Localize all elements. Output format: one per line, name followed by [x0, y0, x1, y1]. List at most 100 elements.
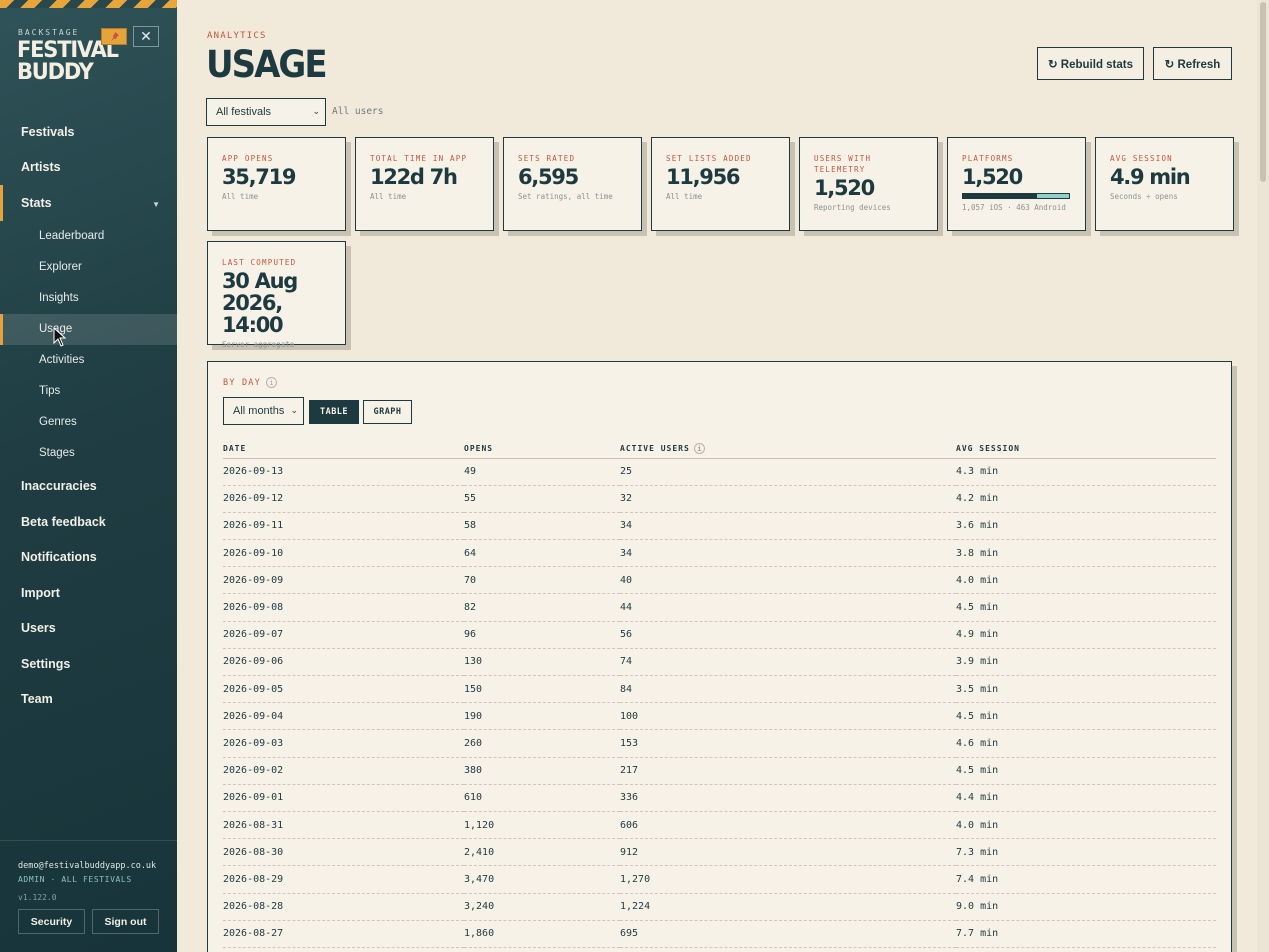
- sidebar-item-beta-feedback[interactable]: Beta feedback: [0, 504, 177, 540]
- brand-logo[interactable]: FESTIVAL BUDDY: [17, 38, 119, 85]
- card-sub: Reporting devices: [814, 203, 891, 212]
- rebuild-stats-button[interactable]: ↻ Rebuild stats: [1037, 47, 1144, 80]
- sidebar-item-festivals[interactable]: Festivals: [0, 114, 177, 150]
- table-row: 2026-09-06 130 74 3.9 min: [223, 648, 1216, 677]
- main-content: ANALYTICS USAGE ↻ Rebuild stats ↻ Refres…: [177, 0, 1269, 952]
- column-header-avg-session[interactable]: AVG SESSION: [956, 438, 1216, 459]
- info-icon[interactable]: i: [693, 443, 705, 455]
- graph-view-toggle[interactable]: GRAPH: [363, 400, 412, 424]
- cell-avg-session: 4.0 min: [956, 811, 1216, 840]
- cell-opens: 260: [464, 729, 620, 758]
- card-value: 122d 7h: [370, 165, 458, 189]
- cell-opens: 130: [464, 648, 620, 677]
- month-select-value: All months: [233, 405, 285, 417]
- table-view-toggle[interactable]: TABLE: [309, 400, 359, 424]
- column-header-opens[interactable]: OPENS: [464, 438, 620, 459]
- card-sub: All time: [222, 192, 259, 201]
- by-day-table: DATE OPENS ACTIVE USERS i AVG SESSION 202…: [223, 438, 1216, 948]
- chevron-down-icon: ▼: [152, 200, 160, 209]
- security-button[interactable]: Security: [18, 909, 85, 934]
- sidebar-subitem-leaderboard[interactable]: Leaderboard: [0, 221, 177, 252]
- page-scrollbar[interactable]: [1257, 0, 1269, 952]
- cell-opens: 3,240: [464, 893, 620, 921]
- info-icon[interactable]: i: [265, 377, 277, 388]
- cell-opens: 49: [464, 458, 620, 486]
- cell-active-users: 56: [620, 621, 956, 649]
- cell-avg-session: 7.4 min: [956, 865, 1216, 894]
- cell-date: 2026-08-29: [223, 865, 464, 894]
- card-sub: Server aggregate: [222, 340, 295, 349]
- table-row: 2026-08-30 2,410 912 7.3 min: [223, 838, 1216, 867]
- sidebar-footer: demo@festivalbuddyapp.co.uk ADMIN · ALL …: [0, 840, 177, 952]
- sidebar-subitem-insights[interactable]: Insights: [0, 283, 177, 314]
- sidebar-item-inaccuracies[interactable]: Inaccuracies: [0, 469, 177, 505]
- sidebar-item-settings[interactable]: Settings: [0, 646, 177, 682]
- cell-opens: 82: [464, 593, 620, 622]
- cell-active-users: 34: [620, 539, 956, 568]
- sidebar: BACKSTAGE FESTIVAL BUDDY ✕ Festivals Art…: [0, 0, 177, 952]
- cell-date: 2026-08-31: [223, 811, 464, 840]
- ios-share-fill: [963, 194, 1037, 198]
- cell-active-users: 74: [620, 648, 956, 677]
- table-row: 2026-09-03 260 153 4.6 min: [223, 729, 1216, 758]
- cell-date: 2026-09-03: [223, 729, 464, 758]
- cell-opens: 190: [464, 702, 620, 731]
- festival-select[interactable]: All festivals ⌄: [206, 98, 326, 126]
- cell-date: 2026-09-06: [223, 648, 464, 677]
- panel-title: BY DAY i: [223, 377, 277, 388]
- pin-sidebar-button[interactable]: [101, 28, 127, 45]
- card-label: USERS WITH TELEMETRY: [814, 154, 872, 174]
- chevron-down-icon: ⌄: [312, 105, 320, 116]
- sidebar-item-notifications[interactable]: Notifications: [0, 540, 177, 576]
- stat-card-avg-session: AVG SESSION 4.9 min Seconds ÷ opens: [1095, 137, 1234, 231]
- column-header-active-users[interactable]: ACTIVE USERS i: [620, 438, 956, 459]
- card-value: 30 Aug 2026, 14:00: [222, 269, 298, 337]
- sidebar-subitem-stages[interactable]: Stages: [0, 438, 177, 469]
- column-header-date[interactable]: DATE: [223, 438, 464, 459]
- cell-opens: 380: [464, 757, 620, 785]
- cell-opens: 96: [464, 621, 620, 649]
- cell-avg-session: 4.5 min: [956, 757, 1216, 785]
- sidebar-item-users[interactable]: Users: [0, 611, 177, 647]
- sidebar-subitem-tips[interactable]: Tips: [0, 376, 177, 407]
- scrollbar-thumb[interactable]: [1260, 2, 1266, 182]
- sidebar-item-team[interactable]: Team: [0, 682, 177, 718]
- app-version: v1.122.0: [18, 893, 57, 902]
- card-sub: Seconds ÷ opens: [1110, 192, 1178, 201]
- cell-active-users: 1,270: [620, 865, 956, 894]
- table-row: 2026-09-04 190 100 4.5 min: [223, 702, 1216, 731]
- cell-active-users: 34: [620, 512, 956, 541]
- sidebar-subitem-activities[interactable]: Activities: [0, 345, 177, 376]
- cell-active-users: 153: [620, 729, 956, 758]
- cell-avg-session: 3.9 min: [956, 648, 1216, 677]
- sidebar-item-artists[interactable]: Artists: [0, 150, 177, 186]
- cell-date: 2026-09-07: [223, 621, 464, 649]
- close-sidebar-button[interactable]: ✕: [133, 26, 159, 47]
- brand-line-2: BUDDY: [17, 58, 94, 85]
- table-row: 2026-09-01 610 336 4.4 min: [223, 784, 1216, 812]
- sidebar-subitem-explorer[interactable]: Explorer: [0, 252, 177, 283]
- stat-card-app-opens: APP OPENS 35,719 All time: [207, 137, 346, 231]
- table-row: 2026-09-07 96 56 4.9 min: [223, 621, 1216, 649]
- card-sub: All time: [666, 192, 703, 201]
- sidebar-subitem-usage[interactable]: Usage: [0, 313, 177, 345]
- table-row: 2026-08-31 1,120 606 4.0 min: [223, 811, 1216, 840]
- stat-card-last-computed: LAST COMPUTED 30 Aug 2026, 14:00 Server …: [207, 241, 346, 349]
- cell-date: 2026-09-08: [223, 593, 464, 622]
- refresh-button[interactable]: ↻ Refresh: [1153, 47, 1232, 80]
- table-row: 2026-08-28 3,240 1,224 9.0 min: [223, 893, 1216, 921]
- cell-opens: 70: [464, 566, 620, 595]
- sign-out-button[interactable]: Sign out: [92, 909, 159, 934]
- cell-avg-session: 9.0 min: [956, 893, 1216, 921]
- card-label: PLATFORMS: [962, 154, 1014, 163]
- sidebar-item-label: Stats: [21, 195, 52, 210]
- cell-date: 2026-09-13: [223, 458, 464, 486]
- sidebar-item-stats[interactable]: Stats ▼: [0, 185, 177, 221]
- month-select[interactable]: All months ⌄: [223, 397, 304, 425]
- cell-opens: 610: [464, 784, 620, 812]
- user-role: ADMIN · ALL FESTIVALS: [18, 875, 132, 884]
- cell-date: 2026-09-09: [223, 566, 464, 595]
- sidebar-subitem-genres[interactable]: Genres: [0, 407, 177, 438]
- cell-avg-session: 3.6 min: [956, 512, 1216, 541]
- sidebar-item-import[interactable]: Import: [0, 575, 177, 611]
